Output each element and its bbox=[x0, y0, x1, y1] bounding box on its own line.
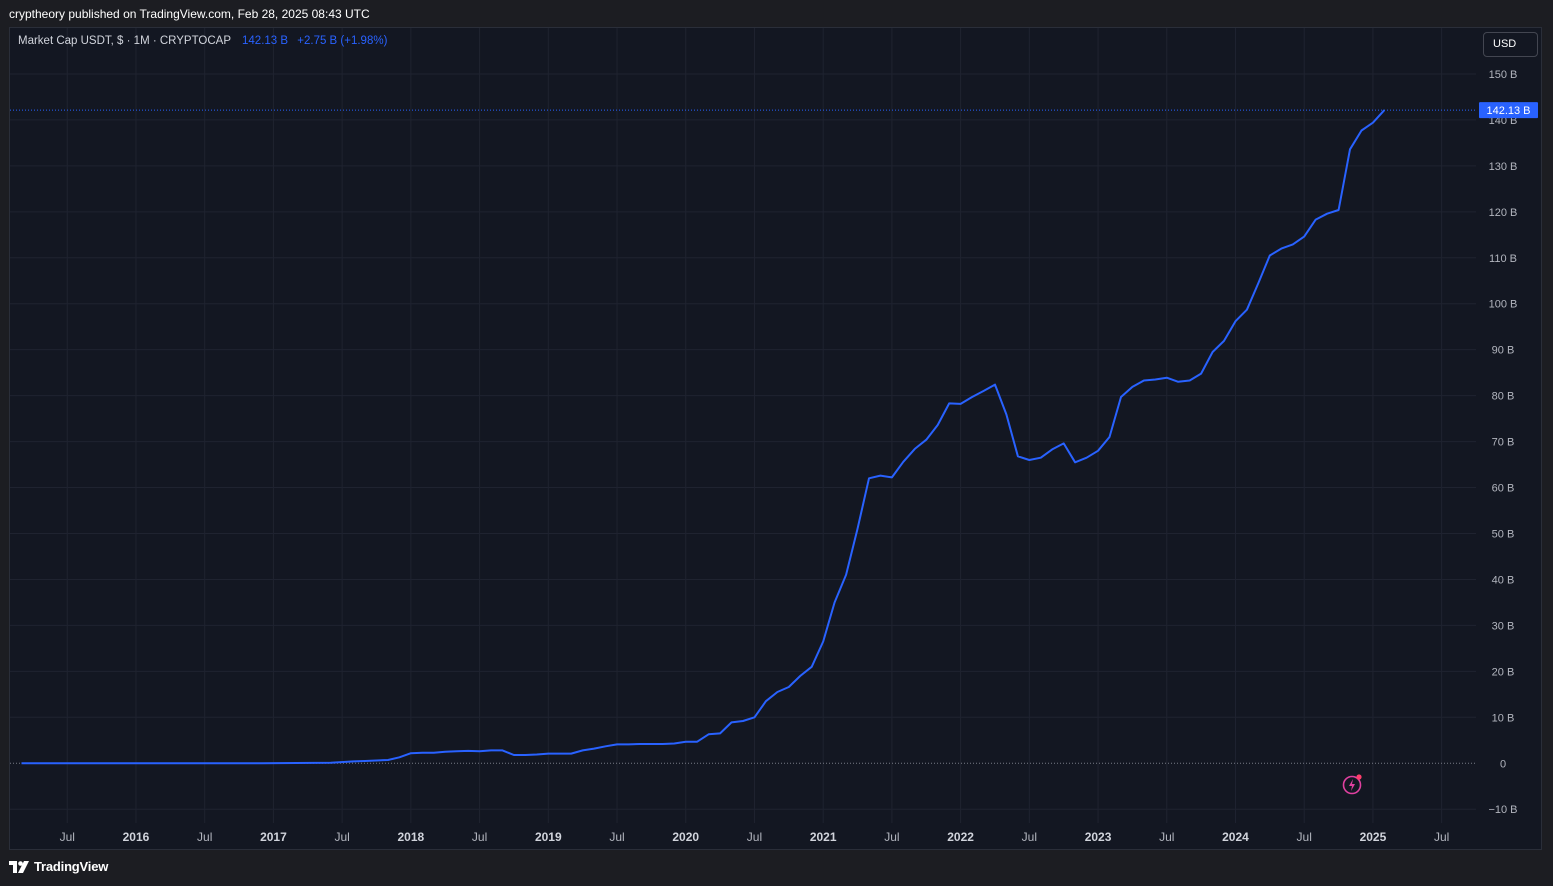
y-tick-label: 130 B bbox=[1489, 161, 1518, 173]
y-tick-label: 40 B bbox=[1492, 574, 1515, 586]
line-chart[interactable]: 150 B140 B130 B120 B110 B100 B90 B80 B70… bbox=[10, 28, 1541, 849]
x-tick-label: 2023 bbox=[1085, 830, 1112, 844]
tradingview-logo-icon bbox=[9, 860, 29, 873]
x-tick-label: Jul bbox=[1022, 830, 1037, 844]
x-tick-label: Jul bbox=[1434, 830, 1449, 844]
x-tick-label: Jul bbox=[334, 830, 349, 844]
y-tick-label: 10 B bbox=[1492, 712, 1515, 724]
y-tick-label: 120 B bbox=[1489, 207, 1518, 219]
x-tick-label: Jul bbox=[472, 830, 487, 844]
grid-lines bbox=[10, 28, 1476, 823]
x-tick-label: Jul bbox=[747, 830, 762, 844]
y-tick-label: −10 B bbox=[1488, 804, 1517, 816]
x-tick-label: Jul bbox=[197, 830, 212, 844]
legend-symbol[interactable]: Market Cap USDT, $ · 1M · CRYPTOCAP bbox=[18, 35, 231, 47]
x-tick-label: Jul bbox=[1297, 830, 1312, 844]
y-tick-label: 20 B bbox=[1492, 666, 1515, 678]
y-tick-label: 100 B bbox=[1489, 299, 1518, 311]
legend-change: +2.75 B (+1.98%) bbox=[297, 35, 388, 47]
x-tick-label: 2021 bbox=[810, 830, 837, 844]
flash-alert-icon[interactable] bbox=[1342, 772, 1366, 801]
y-tick-label: 150 B bbox=[1489, 69, 1518, 81]
y-tick-label: 80 B bbox=[1492, 391, 1515, 403]
y-tick-label: 30 B bbox=[1492, 620, 1515, 632]
footer-brand-text: TradingView bbox=[34, 859, 109, 874]
price-axis[interactable]: 150 B140 B130 B120 B110 B100 B90 B80 B70… bbox=[1488, 69, 1517, 816]
y-tick-label: 60 B bbox=[1492, 483, 1515, 495]
x-tick-label: 2024 bbox=[1222, 830, 1249, 844]
x-tick-label: 2017 bbox=[260, 830, 287, 844]
y-tick-label: 50 B bbox=[1492, 528, 1515, 540]
y-tick-label: 0 bbox=[1500, 758, 1506, 770]
x-tick-label: Jul bbox=[1159, 830, 1174, 844]
y-tick-label: 90 B bbox=[1492, 345, 1515, 357]
x-tick-label: 2019 bbox=[535, 830, 562, 844]
x-tick-label: 2022 bbox=[947, 830, 974, 844]
chart-pane[interactable]: 150 B 140 B 130 B 120 B 110 B 100 B 90 B 80 B 70… bbox=[9, 27, 1542, 850]
publisher-caption: cryptheory published on TradingView.com,… bbox=[9, 7, 370, 21]
x-tick-label: Jul bbox=[609, 830, 624, 844]
series-layer bbox=[21, 109, 1386, 765]
last-price-marker: 142.13 B bbox=[10, 102, 1538, 119]
y-tick-label: 110 B bbox=[1489, 253, 1517, 265]
series-legend[interactable]: Market Cap USDT, $ · 1M · CRYPTOCAP 142.… bbox=[18, 35, 387, 47]
currency-button[interactable]: USD bbox=[1483, 32, 1538, 57]
time-axis[interactable]: Jul 2016 Jul 2017 Jul 2018 Jul 2019 Jul 2020 Jul 20… bbox=[60, 830, 1450, 844]
x-tick-label: 2020 bbox=[672, 830, 699, 844]
x-tick-label: 2025 bbox=[1360, 830, 1387, 844]
footer-brand[interactable]: TradingView bbox=[9, 859, 108, 874]
usdt-market-cap-line bbox=[21, 109, 1386, 765]
x-tick-label: Jul bbox=[884, 830, 899, 844]
x-tick-label: 2018 bbox=[398, 830, 425, 844]
x-tick-label: 2016 bbox=[123, 830, 150, 844]
x-tick-label: Jul bbox=[60, 830, 75, 844]
last-price-label: 142.13 B bbox=[1486, 105, 1530, 117]
y-tick-label: 70 B bbox=[1492, 437, 1515, 449]
legend-value: 142.13 B bbox=[242, 35, 289, 47]
